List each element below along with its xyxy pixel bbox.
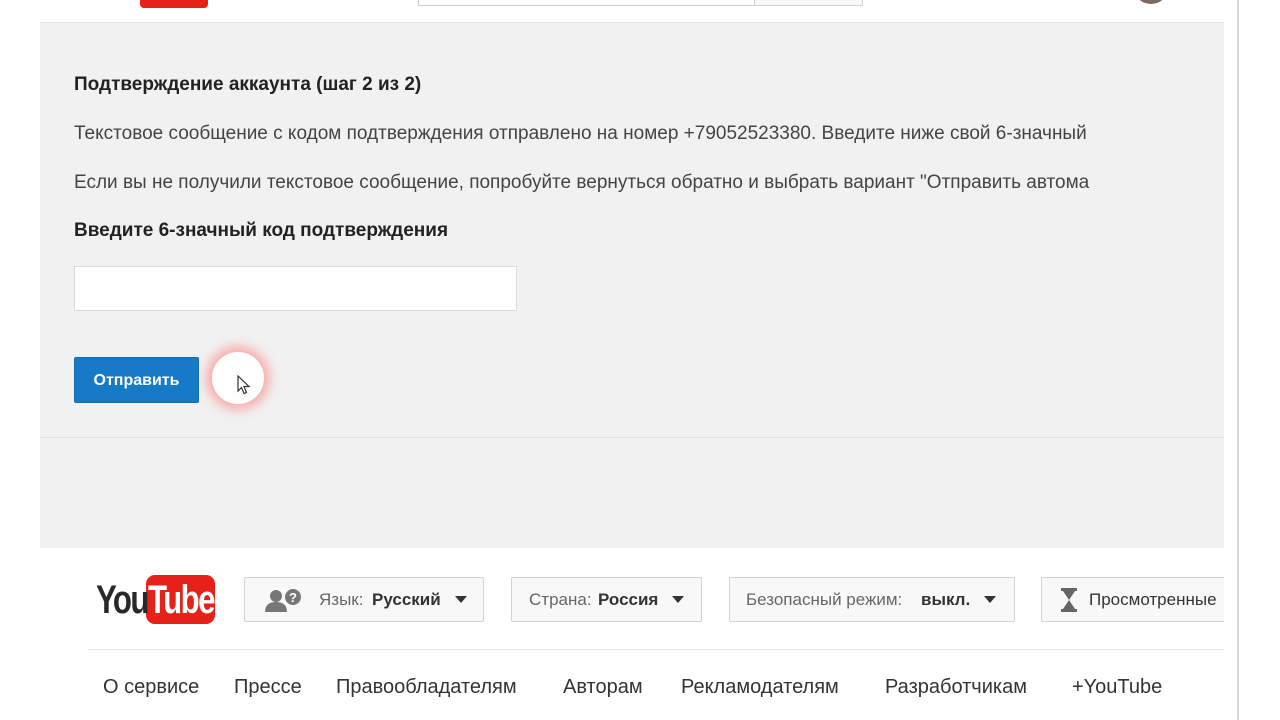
language-label: Язык:: [319, 590, 364, 609]
country-value: Россия: [598, 590, 659, 609]
history-button[interactable]: Просмотренные: [1041, 577, 1231, 622]
people-help-icon: ?: [265, 589, 301, 612]
footer-youtube-logo-tube[interactable]: Tube: [148, 578, 216, 623]
chevron-down-icon: [455, 596, 467, 603]
page-title: Подтверждение аккаунта (шаг 2 из 2): [74, 74, 422, 95]
language-picker-button[interactable]: ? Язык: Русский: [244, 577, 484, 622]
footer-link-about[interactable]: О сервисе: [103, 676, 199, 699]
svg-text:?: ?: [289, 590, 297, 605]
message-area: Текстовое сообщение с кодом подтверждени…: [40, 110, 1224, 210]
footer-link-press[interactable]: Прессе: [234, 676, 302, 699]
code-field-label: Введите 6-значный код подтверждения: [74, 220, 449, 241]
footer-youtube-logo[interactable]: You: [96, 578, 149, 623]
content-spacer: [40, 438, 1224, 548]
footer-divider: [88, 649, 1224, 650]
verification-code-input[interactable]: [74, 266, 517, 311]
safe-mode-value: выкл.: [921, 590, 971, 609]
right-margin: [1224, 0, 1280, 720]
mouse-pointer-icon: [237, 375, 251, 395]
safe-mode-label: Безопасный режим:: [746, 590, 903, 609]
footer-link-creators[interactable]: Авторам: [563, 676, 643, 699]
footer-link-copyright[interactable]: Правообладателям: [336, 676, 517, 699]
search-input[interactable]: [418, 0, 756, 6]
history-label: Просмотренные: [1089, 590, 1217, 609]
chevron-down-icon: [984, 596, 996, 603]
sms-not-received-message: Если вы не получили текстовое сообщение,…: [74, 172, 1090, 193]
country-label: Страна:: [529, 590, 592, 609]
submit-button[interactable]: Отправить: [74, 357, 199, 403]
footer-link-plus-youtube[interactable]: +YouTube: [1072, 676, 1162, 699]
search-button[interactable]: [754, 0, 863, 6]
footer-link-developers[interactable]: Разработчикам: [885, 676, 1027, 699]
youtube-logo[interactable]: [140, 0, 208, 8]
language-value: Русский: [372, 590, 441, 609]
hourglass-icon: [1061, 588, 1077, 612]
chevron-down-icon: [672, 596, 684, 603]
safe-mode-button[interactable]: Безопасный режим: выкл.: [729, 577, 1015, 622]
left-margin: [0, 0, 40, 720]
window-border: [1237, 0, 1239, 720]
footer-link-advertise[interactable]: Рекламодателям: [681, 676, 839, 699]
country-picker-button[interactable]: Страна: Россия: [511, 577, 702, 622]
sms-sent-message: Текстовое сообщение с кодом подтверждени…: [74, 123, 1087, 144]
